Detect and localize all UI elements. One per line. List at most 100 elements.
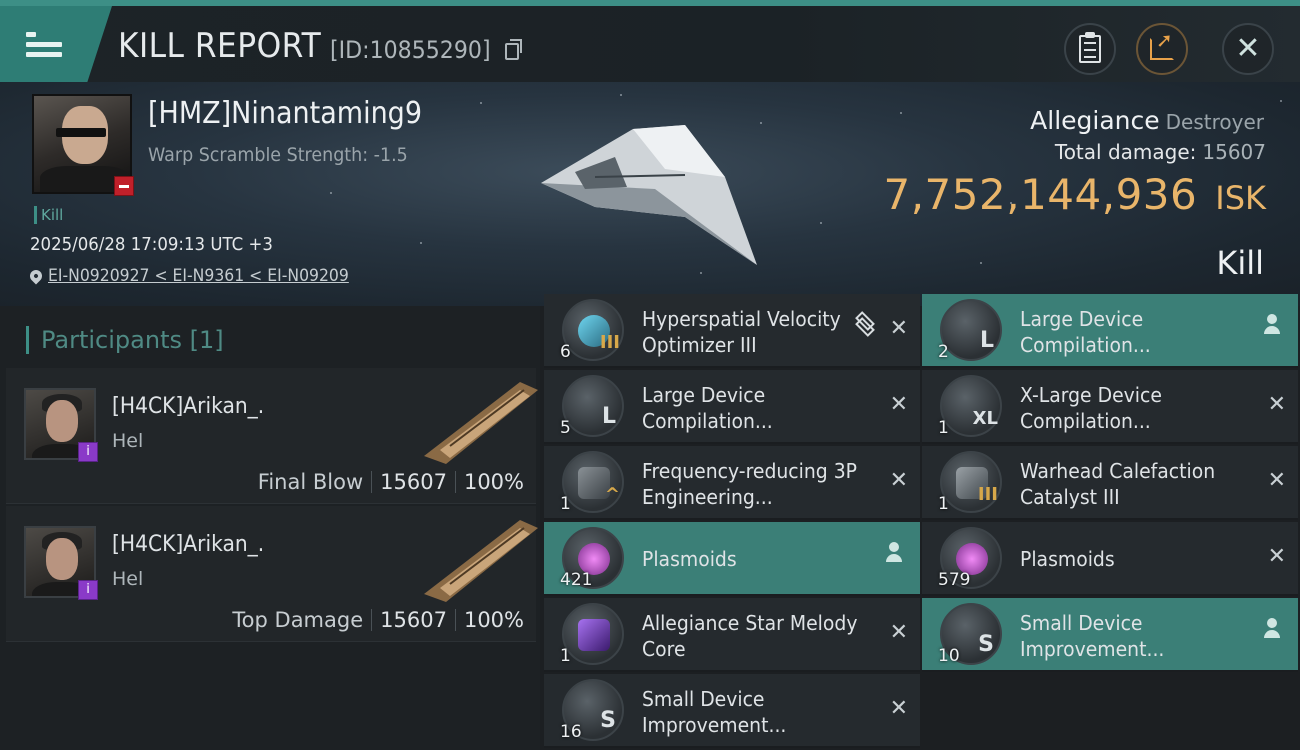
share-button[interactable] [1136, 23, 1188, 75]
layers-icon[interactable] [854, 311, 876, 337]
participant-stats: Final Blow 15607 100% [258, 470, 524, 494]
participant-row[interactable]: i [H4CK]Arikan_. Hel Final Blow 15607 10… [6, 368, 538, 504]
warp-scramble-strength: Warp Scramble Strength: -1.5 [148, 144, 408, 166]
participant-name: [H4CK]Arikan_. [112, 394, 265, 419]
title-bar: KILL REPORT [ID:10855290] ✕ [0, 0, 1300, 82]
location-text[interactable]: EI-N0920927 < EI-N9361 < EI-N09209 [48, 266, 349, 286]
ship-name-text: Allegiance [1030, 106, 1160, 135]
kill-tag: Kill [34, 206, 63, 224]
velocity-optimizer-icon: III [562, 299, 624, 361]
item-qty: 5 [560, 418, 571, 438]
ship-name: Allegiance Destroyer [1030, 106, 1264, 135]
item-name: Hyperspatial Velocity Optimizer III [642, 307, 841, 357]
participant-ship-image [424, 520, 538, 602]
item-name: Plasmoids [642, 547, 737, 571]
item-name: Large Device Compilation... [1020, 307, 1151, 357]
menu-button[interactable] [0, 6, 112, 82]
location-pin-icon [27, 267, 45, 285]
destroyed-x-icon: ✕ [889, 620, 908, 645]
timestamp: 2025/06/28 17:09:13 UTC +3 [30, 234, 273, 255]
item-slot[interactable]: 421 Plasmoids [544, 522, 920, 596]
dropped-person-icon [1264, 314, 1280, 336]
item-name: Warhead Calefaction Catalyst III [1020, 459, 1216, 509]
participant-name: [H4CK]Arikan_. [112, 532, 265, 557]
device-compilation-icon: L [562, 375, 624, 437]
device-compilation-icon: L [940, 299, 1002, 361]
catalyst-icon: III [940, 451, 1002, 513]
participant-row[interactable]: i [H4CK]Arikan_. Hel Top Damage 15607 10… [6, 506, 538, 642]
isk-value: 7,752,144,936 ISK [883, 170, 1266, 219]
total-damage: Total damage: 15607 [1055, 140, 1266, 164]
dropped-person-icon [886, 542, 902, 564]
item-qty: 16 [560, 722, 582, 742]
destroyed-x-icon: ✕ [889, 696, 908, 721]
item-slot[interactable]: 1 Allegiance Star Melody Core ✕ [544, 598, 920, 672]
info-badge-icon: i [78, 442, 98, 462]
item-qty: 1 [938, 418, 949, 438]
participant-damage: 15607 [380, 608, 447, 632]
clipboard-icon [1079, 32, 1101, 63]
item-name: Small Device Improvement... [1020, 611, 1165, 661]
close-button[interactable]: ✕ [1222, 23, 1274, 75]
dropped-person-icon [1264, 618, 1280, 640]
item-name: X-Large Device Compilation... [1020, 383, 1162, 433]
participant-percent: 100% [463, 608, 524, 632]
device-compilation-icon: XL [940, 375, 1002, 437]
destroyed-x-icon: ✕ [1267, 468, 1286, 493]
item-slot[interactable]: S 16 Small Device Improvement... ✕ [544, 674, 920, 748]
item-slot[interactable]: S 10 Small Device Improvement... [922, 598, 1298, 672]
victim-name[interactable]: [HMZ]Ninantaming9 [148, 96, 422, 131]
item-name: Allegiance Star Melody Core [642, 611, 858, 661]
item-name: Plasmoids [1020, 547, 1115, 571]
isk-amount: 7,752,144,936 [883, 170, 1198, 219]
item-qty: 1 [938, 494, 949, 514]
item-slot[interactable]: 579 Plasmoids ✕ [922, 522, 1298, 596]
item-qty: 1 [560, 494, 571, 514]
item-qty: 421 [560, 570, 593, 590]
destroyed-x-icon: ✕ [1267, 544, 1286, 569]
item-slot[interactable]: XL 1 X-Large Device Compilation... ✕ [922, 370, 1298, 444]
item-qty: 10 [938, 646, 960, 666]
participant-damage: 15607 [380, 470, 447, 494]
star-melody-core-icon [562, 603, 624, 665]
clipboard-button[interactable] [1064, 23, 1116, 75]
total-damage-label: Total damage: [1054, 140, 1197, 164]
destroyed-x-icon: ✕ [889, 392, 908, 417]
ship-class: Destroyer [1165, 110, 1264, 134]
victim-panel: [HMZ]Ninantaming9 Warp Scramble Strength… [0, 82, 1300, 306]
participants-panel: Participants [1] i [H4CK]Arikan_. Hel Fi… [0, 306, 540, 750]
item-slot[interactable]: L 5 Large Device Compilation... ✕ [544, 370, 920, 444]
item-slot[interactable]: III 6 Hyperspatial Velocity Optimizer II… [544, 294, 920, 368]
page-title: KILL REPORT [118, 26, 322, 66]
copy-icon[interactable] [505, 39, 522, 60]
participant-ship-image [424, 382, 538, 464]
total-damage-value: 15607 [1202, 140, 1266, 164]
item-qty: 579 [938, 570, 971, 590]
ship-image [541, 125, 757, 265]
engineering-module-icon: ^ [562, 451, 624, 513]
hostile-badge-icon [114, 176, 134, 196]
item-name: Small Device Improvement... [642, 687, 787, 737]
hamburger-icon [26, 27, 62, 62]
participant-role: Top Damage [232, 608, 364, 632]
item-slot[interactable]: ^ 1 Frequency-reducing 3P Engineering...… [544, 446, 920, 520]
item-qty: 1 [560, 646, 571, 666]
outcome-label: Kill [1216, 244, 1264, 282]
participant-ship: Hel [112, 430, 144, 452]
close-icon: ✕ [1235, 31, 1261, 66]
destroyed-x-icon: ✕ [889, 316, 908, 341]
participant-percent: 100% [463, 470, 524, 494]
destroyed-x-icon: ✕ [889, 468, 908, 493]
participants-header: Participants [1] [26, 326, 224, 354]
item-qty: 2 [938, 342, 949, 362]
location-link[interactable]: EI-N0920927 < EI-N9361 < EI-N09209 [27, 266, 375, 286]
item-slot[interactable]: L 2 Large Device Compilation... [922, 294, 1298, 368]
item-name: Frequency-reducing 3P Engineering... [642, 459, 857, 509]
item-name: Large Device Compilation... [642, 383, 773, 433]
isk-unit: ISK [1215, 179, 1266, 217]
participant-ship: Hel [112, 568, 144, 590]
destroyed-x-icon: ✕ [1267, 392, 1286, 417]
item-qty: 6 [560, 342, 571, 362]
item-slot[interactable]: III 1 Warhead Calefaction Catalyst III ✕ [922, 446, 1298, 520]
report-id: [ID:10855290] [330, 36, 491, 64]
